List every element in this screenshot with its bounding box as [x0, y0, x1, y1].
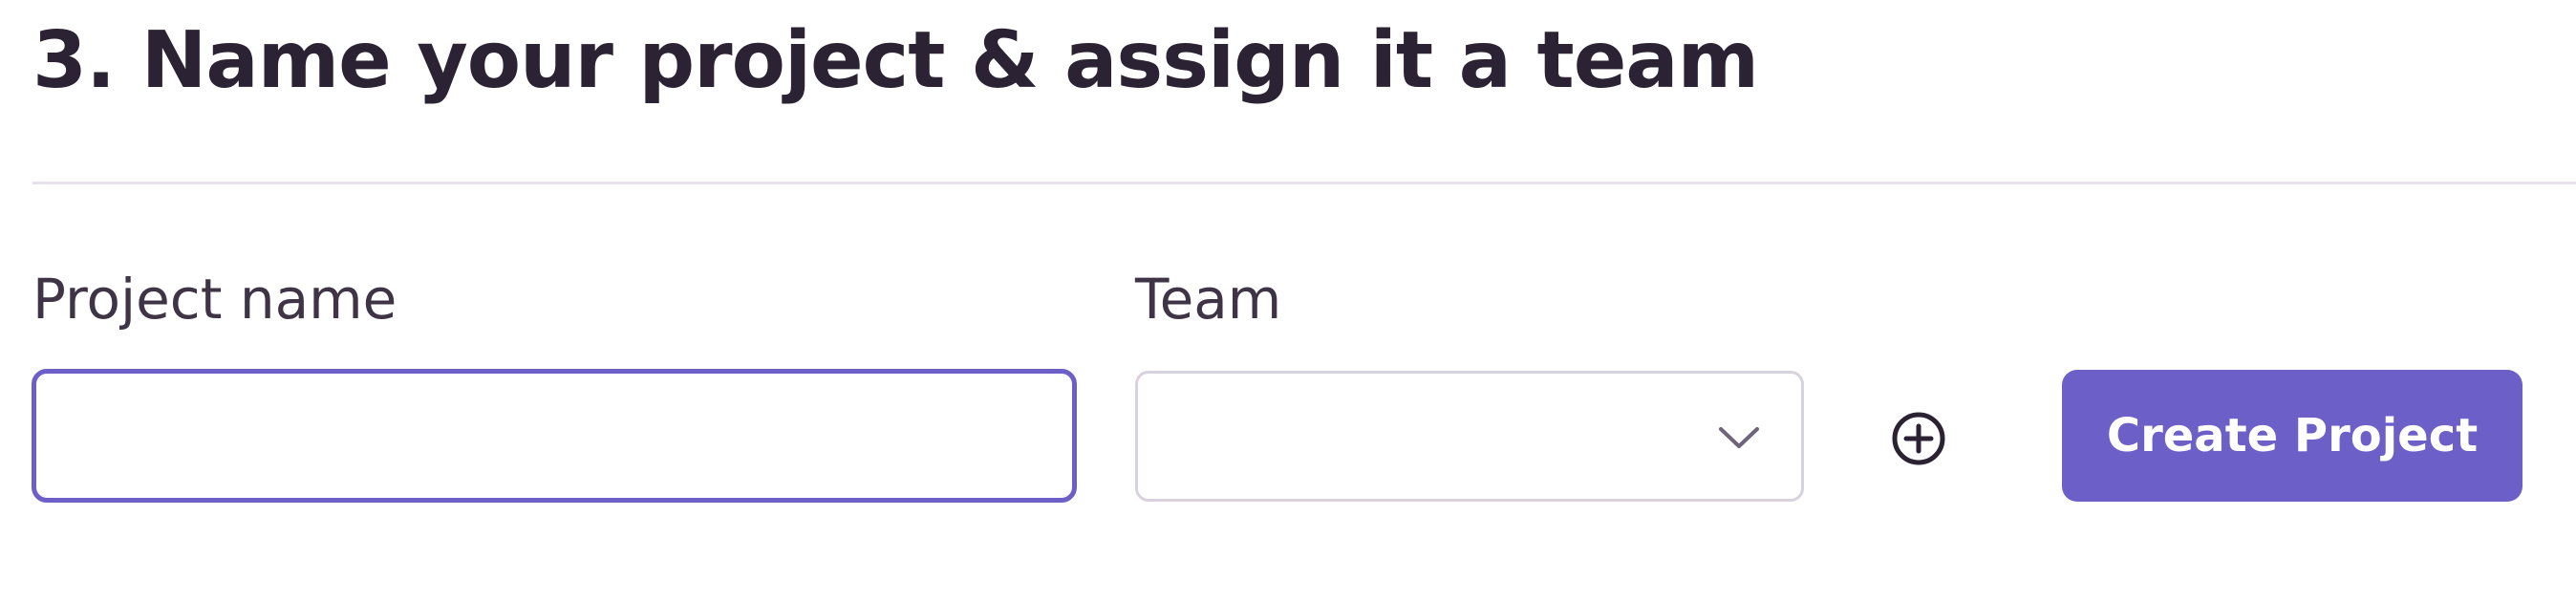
create-project-button[interactable]: Create Project [2062, 370, 2522, 502]
section-divider [32, 182, 2576, 184]
chevron-down-icon [1719, 427, 1759, 448]
page-title: 3. Name your project & assign it a team [32, 15, 1759, 106]
project-name-label: Project name [32, 267, 397, 332]
add-team-button[interactable] [1884, 404, 1953, 473]
plus-circle-icon [1892, 412, 1945, 465]
project-name-input[interactable] [32, 369, 1077, 503]
team-label: Team [1135, 267, 1282, 332]
team-select[interactable] [1135, 371, 1804, 502]
